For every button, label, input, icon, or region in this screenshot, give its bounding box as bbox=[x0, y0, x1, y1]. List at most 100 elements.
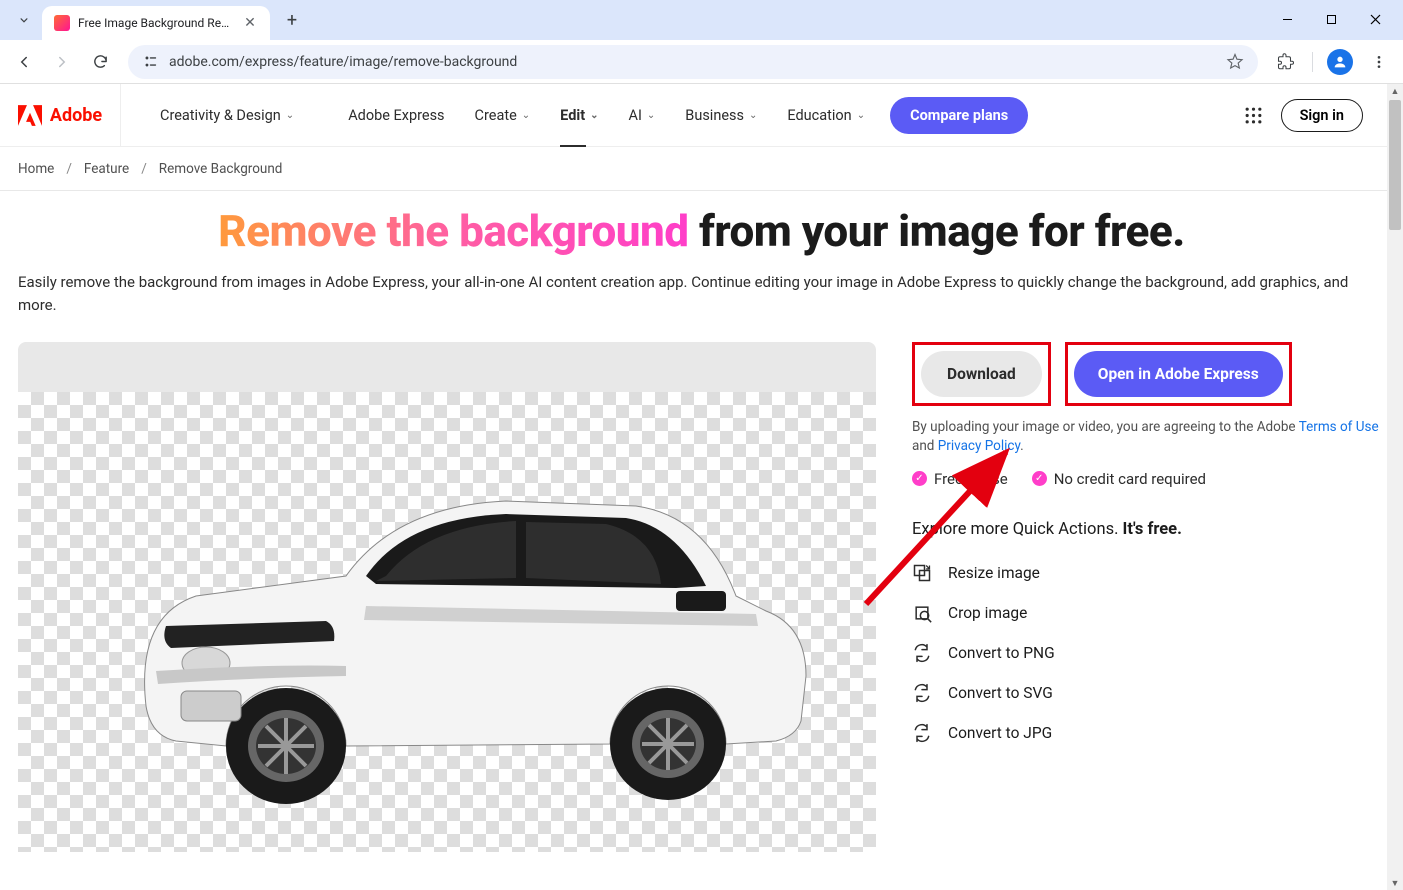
open-highlight: Open in Adobe Express bbox=[1065, 342, 1292, 406]
nav-edit[interactable]: Edit ⌄ bbox=[545, 84, 613, 147]
check-icon: ✓ bbox=[1032, 471, 1047, 486]
close-window-button[interactable] bbox=[1353, 4, 1397, 34]
signin-button[interactable]: Sign in bbox=[1281, 99, 1363, 132]
qa-convert-svg[interactable]: Convert to SVG bbox=[912, 683, 1385, 703]
preview-canvas[interactable] bbox=[18, 392, 876, 852]
browser-tab[interactable]: Free Image Background Remov ✕ bbox=[42, 6, 270, 40]
perk-label: Free to use bbox=[934, 470, 1008, 488]
tab-close-button[interactable]: ✕ bbox=[242, 15, 258, 31]
perk-free: ✓ Free to use bbox=[912, 470, 1008, 488]
address-bar[interactable]: adobe.com/express/feature/image/remove-b… bbox=[128, 45, 1258, 79]
download-highlight: Download bbox=[912, 342, 1051, 406]
disclaimer-text: By uploading your image or video, you ar… bbox=[912, 419, 1299, 435]
nav-label: Create bbox=[475, 107, 517, 124]
preview-toolbar bbox=[18, 342, 876, 392]
extensions-icon[interactable] bbox=[1270, 46, 1302, 78]
maximize-button[interactable] bbox=[1309, 4, 1353, 34]
qa-convert-png[interactable]: Convert to PNG bbox=[912, 643, 1385, 663]
convert-icon bbox=[912, 683, 932, 703]
nav-label: Business bbox=[685, 107, 744, 124]
resize-icon bbox=[912, 563, 932, 583]
explore-bold: It's free. bbox=[1123, 520, 1182, 539]
window-controls bbox=[1265, 4, 1397, 40]
adobe-logo[interactable]: Adobe bbox=[0, 105, 120, 126]
disclaimer-suffix: . bbox=[1020, 438, 1024, 454]
minimize-button[interactable] bbox=[1265, 4, 1309, 34]
main-content: Download Open in Adobe Express By upload… bbox=[0, 342, 1403, 890]
hero-section: Remove the background from your image fo… bbox=[0, 191, 1403, 316]
car-image bbox=[66, 426, 826, 846]
image-preview-pane bbox=[18, 342, 876, 852]
title-gradient: Remove the background bbox=[218, 205, 688, 257]
nav-creativity[interactable]: Creativity & Design ⌄ bbox=[120, 84, 333, 146]
profile-avatar[interactable] bbox=[1327, 49, 1353, 75]
download-button[interactable]: Download bbox=[921, 351, 1042, 397]
nav-label: Education bbox=[787, 107, 851, 124]
browser-toolbar: adobe.com/express/feature/image/remove-b… bbox=[0, 40, 1403, 84]
action-buttons-row: Download Open in Adobe Express bbox=[912, 342, 1385, 406]
nav-education[interactable]: Education⌄ bbox=[772, 84, 880, 147]
crop-icon bbox=[912, 603, 932, 623]
bookmark-star-icon[interactable] bbox=[1226, 53, 1244, 71]
qa-label: Convert to SVG bbox=[948, 684, 1053, 702]
terms-link[interactable]: Terms of Use bbox=[1299, 419, 1379, 435]
forward-button[interactable] bbox=[46, 46, 78, 78]
open-in-express-button[interactable]: Open in Adobe Express bbox=[1074, 351, 1283, 397]
nav-adobe-express[interactable]: Adobe Express bbox=[333, 84, 459, 147]
nav-label: Adobe Express bbox=[348, 107, 444, 124]
qa-crop[interactable]: Crop image bbox=[912, 603, 1385, 623]
privacy-link[interactable]: Privacy Policy bbox=[938, 438, 1020, 454]
chevron-down-icon: ⌄ bbox=[647, 110, 655, 121]
qa-convert-jpg[interactable]: Convert to JPG bbox=[912, 723, 1385, 743]
browser-menu-icon[interactable] bbox=[1363, 46, 1395, 78]
nav-label: Creativity & Design bbox=[160, 107, 281, 124]
nav-label: Edit bbox=[560, 107, 585, 124]
reload-button[interactable] bbox=[84, 46, 116, 78]
compare-plans-button[interactable]: Compare plans bbox=[890, 97, 1028, 134]
url-text: adobe.com/express/feature/image/remove-b… bbox=[169, 54, 1216, 70]
site-info-icon[interactable] bbox=[142, 53, 159, 70]
crumb-separator: / bbox=[141, 161, 147, 177]
page-subtitle: Easily remove the background from images… bbox=[18, 271, 1385, 316]
new-tab-button[interactable]: + bbox=[278, 6, 306, 34]
qa-label: Convert to PNG bbox=[948, 644, 1055, 662]
qa-label: Crop image bbox=[948, 604, 1027, 622]
disclaimer-and: and bbox=[912, 438, 938, 454]
perks-row: ✓ Free to use ✓ No credit card required bbox=[912, 470, 1385, 488]
crumb-feature[interactable]: Feature bbox=[84, 161, 129, 177]
qa-label: Convert to JPG bbox=[948, 724, 1052, 742]
app-launcher-icon[interactable] bbox=[1244, 106, 1263, 125]
breadcrumb: Home / Feature / Remove Background bbox=[0, 147, 1403, 191]
perk-nocard: ✓ No credit card required bbox=[1032, 470, 1206, 488]
scroll-down-arrow[interactable]: ▼ bbox=[1390, 878, 1400, 888]
explore-heading: Explore more Quick Actions. It's free. bbox=[912, 520, 1385, 539]
perk-label: No credit card required bbox=[1054, 470, 1206, 488]
chevron-down-icon: ⌄ bbox=[286, 110, 294, 121]
page-scrollbar[interactable]: ▲ ▼ bbox=[1387, 84, 1403, 890]
qa-resize[interactable]: Resize image bbox=[912, 563, 1385, 583]
adobe-logo-icon bbox=[18, 105, 42, 126]
scroll-up-arrow[interactable]: ▲ bbox=[1390, 86, 1400, 96]
chevron-down-icon: ⌄ bbox=[522, 110, 530, 121]
crumb-home[interactable]: Home bbox=[18, 161, 54, 177]
nav-ai[interactable]: AI⌄ bbox=[614, 84, 671, 147]
scroll-thumb[interactable] bbox=[1389, 100, 1401, 230]
nav-create[interactable]: Create ⌄ bbox=[460, 84, 546, 147]
site-header: Adobe Creativity & Design ⌄ Adobe Express… bbox=[0, 84, 1403, 147]
crumb-current: Remove Background bbox=[159, 161, 283, 177]
tab-search-button[interactable] bbox=[10, 6, 38, 34]
nav-business[interactable]: Business ⌄ bbox=[670, 84, 772, 147]
tab-title: Free Image Background Remov bbox=[78, 16, 234, 30]
explore-text: Explore more Quick Actions. bbox=[912, 520, 1123, 539]
back-button[interactable] bbox=[8, 46, 40, 78]
adobe-logo-text: Adobe bbox=[50, 105, 102, 126]
favicon-icon bbox=[54, 15, 70, 31]
upload-disclaimer: By uploading your image or video, you ar… bbox=[912, 418, 1385, 456]
check-icon: ✓ bbox=[912, 471, 927, 486]
title-rest: from your image for free. bbox=[689, 205, 1185, 257]
page-content: ▲ ▼ Adobe Creativity & Design ⌄ Adobe Exp… bbox=[0, 84, 1403, 890]
chevron-down-icon: ⌄ bbox=[749, 110, 757, 121]
chevron-down-icon: ⌄ bbox=[590, 110, 598, 121]
quick-actions-list: Resize image Crop image Convert to PNG C… bbox=[912, 563, 1385, 743]
convert-icon bbox=[912, 723, 932, 743]
